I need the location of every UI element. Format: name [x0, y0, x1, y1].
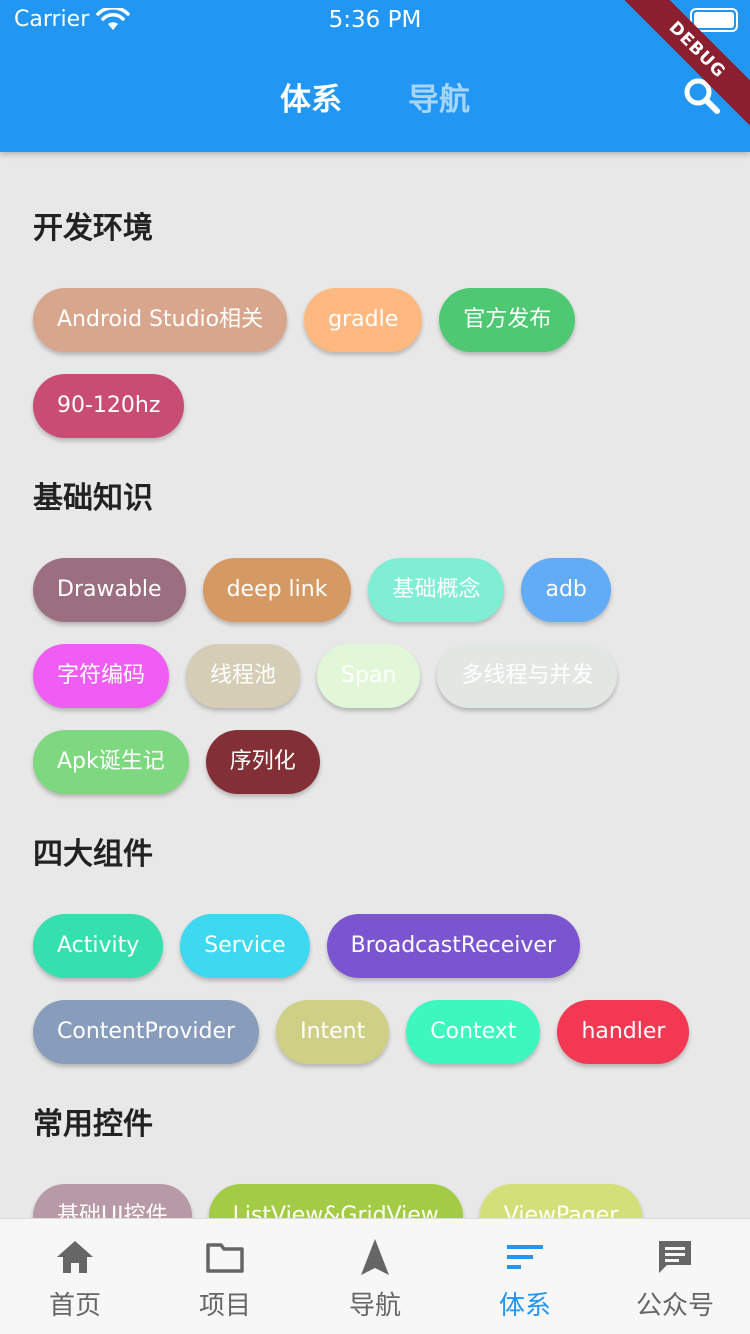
section-title: 常用控件	[33, 1107, 153, 1142]
folder-icon	[206, 1243, 244, 1273]
chip[interactable]: Apk诞生记	[33, 730, 189, 794]
section-dev-environment: 开发环境 Android Studio相关 gradle 官方发布 90-120hz	[0, 204, 750, 460]
chip[interactable]: ViewPager	[479, 1184, 643, 1218]
nav-item-official-accounts[interactable]: 公众号	[600, 1219, 750, 1334]
chip[interactable]: Android Studio相关	[33, 288, 288, 352]
chip[interactable]: 官方发布	[439, 288, 576, 352]
app-bar: Carrier 5:36 PM 体系 导航 DEBUG	[0, 0, 750, 152]
chip[interactable]: 基础UI控件	[33, 1184, 192, 1218]
nav-label: 体系	[498, 1291, 551, 1321]
tab-system[interactable]: 体系	[280, 74, 342, 119]
chip[interactable]: Intent	[276, 1000, 390, 1064]
chip[interactable]: gradle	[304, 288, 423, 352]
nav-item-navigation[interactable]: 导航	[300, 1219, 450, 1334]
system-tree-list[interactable]: 开发环境 Android Studio相关 gradle 官方发布 90-120hz …	[0, 152, 750, 1218]
home-icon	[57, 1241, 93, 1273]
nav-item-home[interactable]: 首页	[0, 1219, 150, 1334]
section-title: 基础知识	[33, 481, 153, 516]
chip[interactable]: 线程池	[186, 644, 301, 708]
top-tabs: 体系 导航	[0, 74, 750, 118]
chip[interactable]: ListView&GridView	[208, 1184, 463, 1218]
section-basic-knowledge: 基础知识 Drawable deep link 基础概念 adb 字符编码 线程池 Span…	[0, 474, 750, 816]
chip[interactable]: 字符编码	[33, 644, 170, 708]
bottom-nav: 首页 项目 导航 体系 公众号	[0, 1218, 750, 1334]
nav-label: 项目	[198, 1291, 251, 1321]
navigation-arrow-icon	[361, 1239, 389, 1275]
tab-navigation[interactable]: 导航	[408, 74, 470, 119]
chip[interactable]: Drawable	[33, 558, 186, 622]
chip[interactable]: 序列化	[205, 730, 320, 794]
chip[interactable]: Span	[317, 644, 421, 708]
chip-group: Drawable deep link 基础概念 adb 字符编码 线程池 Span 多线程与并…	[33, 558, 733, 816]
nav-label: 首页	[48, 1291, 101, 1321]
nav-item-projects[interactable]: 项目	[150, 1219, 300, 1334]
chip[interactable]: 90-120hz	[33, 374, 185, 438]
nav-label: 导航	[348, 1291, 401, 1321]
nav-label: 公众号	[635, 1291, 714, 1321]
chip[interactable]: deep link	[202, 558, 352, 622]
section-four-components: 四大组件 Activity Service BroadcastReceiver Con…	[0, 830, 750, 1086]
chip[interactable]: Activity	[33, 914, 164, 978]
chip[interactable]: handler	[557, 1000, 690, 1064]
chip[interactable]: ContentProvider	[33, 1000, 260, 1064]
chip-group: Activity Service BroadcastReceiver ContentP…	[33, 914, 733, 1086]
chip-group: Android Studio相关 gradle 官方发布 90-120hz	[33, 288, 733, 460]
chip[interactable]: Context	[406, 1000, 541, 1064]
chip[interactable]: Service	[180, 914, 310, 978]
section-title: 开发环境	[33, 211, 153, 246]
sort-lines-icon	[507, 1245, 543, 1269]
nav-item-system[interactable]: 体系	[450, 1219, 600, 1334]
chip[interactable]: 基础概念	[368, 558, 505, 622]
chat-bubble-icon	[659, 1241, 691, 1273]
chip-group: 基础UI控件 ListView&GridView ViewPager	[33, 1184, 733, 1218]
chip[interactable]: 多线程与并发	[437, 644, 618, 708]
section-title: 四大组件	[33, 837, 153, 872]
chip[interactable]: adb	[521, 558, 611, 622]
section-common-widgets: 常用控件 基础UI控件 ListView&GridView ViewPager	[0, 1100, 750, 1218]
chip[interactable]: BroadcastReceiver	[326, 914, 580, 978]
